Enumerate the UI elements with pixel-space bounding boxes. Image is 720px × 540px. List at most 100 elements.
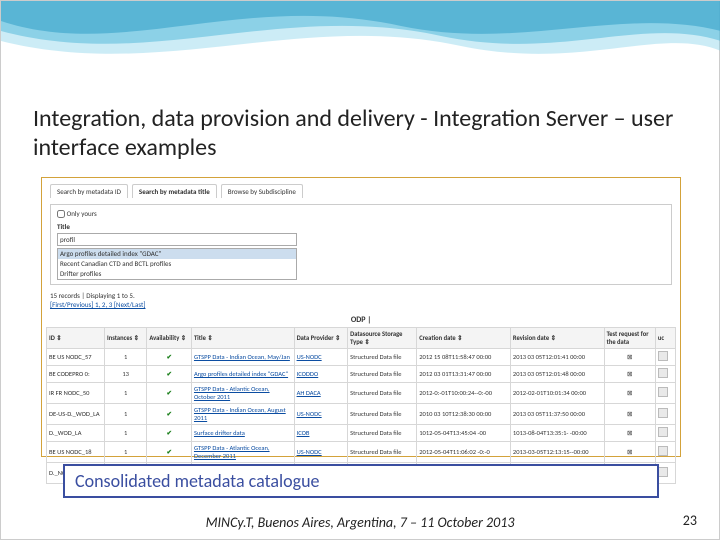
- cell-title[interactable]: Surface drifter data: [191, 424, 294, 441]
- cell-data-provider[interactable]: ICODDO: [294, 365, 348, 382]
- table-row: BE US NODC_571✔GTSPP Data - Indian Ocean…: [47, 348, 676, 365]
- cell-title[interactable]: GTSPP Data - Atlantic Ocean, December 20…: [191, 441, 294, 462]
- col-data-provider[interactable]: Data Provider ⇕: [294, 327, 348, 348]
- doc-icon: [658, 446, 668, 456]
- slide-title: Integration, data provision and delivery…: [33, 104, 687, 162]
- cell-storage-type: Structured Data file: [348, 365, 417, 382]
- cell-instances: 1: [104, 348, 146, 365]
- col-availability[interactable]: Availability ⇕: [147, 327, 192, 348]
- cell-id: BE US NODC_57: [47, 348, 105, 365]
- cell-title[interactable]: Argo profiles detailed index "GDAC": [191, 365, 294, 382]
- tab-search-title[interactable]: Search by metadata title: [132, 184, 217, 198]
- cell-test-request[interactable]: ⊠: [604, 382, 655, 403]
- x-icon: ⊠: [607, 353, 653, 361]
- x-icon: ⊠: [607, 389, 653, 397]
- doc-icon: [658, 387, 668, 397]
- cell-creation-date: 2012-0:-01T10:00:24--0:-00: [417, 382, 511, 403]
- caption-box: Consolidated metadata catalogue: [63, 464, 659, 498]
- x-icon: ⊠: [607, 448, 653, 456]
- check-icon: ✔: [149, 429, 189, 437]
- cell-availability: ✔: [147, 382, 192, 403]
- col-creation-date[interactable]: Creation date ⇕: [417, 327, 511, 348]
- cell-data-provider[interactable]: AH DACA: [294, 382, 348, 403]
- list-item[interactable]: Recent Canadian CTD and BCTL profiles: [58, 259, 296, 269]
- col-instances[interactable]: Instances ⇕: [104, 327, 146, 348]
- pager: 15 records | Displaying 1 to 5. [First/P…: [42, 291, 680, 313]
- cell-storage-type: Structured Data file: [348, 424, 417, 441]
- cell-instances: 13: [104, 365, 146, 382]
- cell-availability: ✔: [147, 403, 192, 424]
- cell-creation-date: 1012-05-04T13:45:04 -00: [417, 424, 511, 441]
- col-uc[interactable]: uc: [655, 327, 675, 348]
- cell-storage-type: Structured Data file: [348, 348, 417, 365]
- cell-storage-type: Structured Data file: [348, 403, 417, 424]
- cell-id: IR FR NODC_50: [47, 382, 105, 403]
- table-row: BE US NODC_181✔GTSPP Data - Atlantic Oce…: [47, 441, 676, 462]
- list-item[interactable]: Drifter profiles: [58, 269, 296, 279]
- cell-uc[interactable]: [655, 382, 675, 403]
- col-revision-date[interactable]: Revision date ⇕: [510, 327, 604, 348]
- cell-creation-date: 2012-05-04T11:06:02 -0:-0: [417, 441, 511, 462]
- cell-revision-date: 2013 03 05T11:37:50 00:00: [510, 403, 604, 424]
- cell-id: DE-US-D._WOD_LA: [47, 403, 105, 424]
- cell-uc[interactable]: [655, 403, 675, 424]
- footer-text: MINCy.T, Buenos Aires, Argentina, 7 – 11…: [1, 514, 719, 531]
- col-title[interactable]: Title ⇕: [191, 327, 294, 348]
- cell-uc[interactable]: [655, 365, 675, 382]
- pager-nav[interactable]: [First/Previous] 1, 2, 3 [Next/Last]: [50, 300, 146, 309]
- doc-icon: [658, 351, 668, 361]
- cell-data-provider[interactable]: US-NODC: [294, 348, 348, 365]
- list-item[interactable]: Argo profiles detailed index "GDAC": [58, 249, 296, 259]
- cell-data-provider[interactable]: US-NODC: [294, 403, 348, 424]
- cell-data-provider[interactable]: US-NODC: [294, 441, 348, 462]
- table-row: IR FR NODC_501✔GTSPP Data - Atlantic Oce…: [47, 382, 676, 403]
- cell-test-request[interactable]: ⊠: [604, 403, 655, 424]
- cell-uc[interactable]: [655, 348, 675, 365]
- cell-id: BE US NODC_18: [47, 441, 105, 462]
- cell-test-request[interactable]: ⊠: [604, 441, 655, 462]
- only-yours-checkbox[interactable]: [57, 210, 65, 218]
- cell-availability: ✔: [147, 365, 192, 382]
- cell-test-request[interactable]: ⊠: [604, 424, 655, 441]
- cell-creation-date: 2012 03 01T13:31:47 00:00: [417, 365, 511, 382]
- cell-creation-date: 2012 15 08T11:58:47 00:00: [417, 348, 511, 365]
- cell-revision-date: 2013-03-05T12:13:15--00:00: [510, 441, 604, 462]
- col-id[interactable]: ID ⇕: [47, 327, 105, 348]
- tab-search-id[interactable]: Search by metadata ID: [50, 184, 128, 198]
- screenshot-frame: Search by metadata ID Search by metadata…: [41, 177, 681, 457]
- cell-revision-date: 2013 03 05T12:01:41 00:00: [510, 348, 604, 365]
- cell-uc[interactable]: [655, 424, 675, 441]
- check-icon: ✔: [149, 389, 189, 397]
- cell-uc[interactable]: [655, 441, 675, 462]
- cell-title[interactable]: GTSPP Data - Atlantic Ocean, October 201…: [191, 382, 294, 403]
- tab-browse[interactable]: Browse by Subdiscipline: [221, 184, 303, 198]
- x-icon: ⊠: [607, 429, 653, 437]
- only-yours-label: Only yours: [67, 209, 97, 218]
- cell-revision-date: 2012-02-01T10:01:34 00:00: [510, 382, 604, 403]
- x-icon: ⊠: [607, 410, 653, 418]
- cell-id: BE CODEPRO 0:: [47, 365, 105, 382]
- check-icon: ✔: [149, 448, 189, 456]
- title-suggestions[interactable]: Argo profiles detailed index "GDAC" Rece…: [57, 248, 297, 279]
- doc-icon: [658, 368, 668, 378]
- cell-test-request[interactable]: ⊠: [604, 348, 655, 365]
- cell-test-request[interactable]: ⊠: [604, 365, 655, 382]
- cell-title[interactable]: GTSPP Data - Indian Ocean, August 2011: [191, 403, 294, 424]
- results-table: ID ⇕ Instances ⇕ Availability ⇕ Title ⇕ …: [46, 327, 676, 484]
- cell-storage-type: Structured Data file: [348, 382, 417, 403]
- col-storage-type[interactable]: Datasource Storage Type ⇕: [348, 327, 417, 348]
- table-row: BE CODEPRO 0:13✔Argo profiles detailed i…: [47, 365, 676, 382]
- cell-instances: 1: [104, 403, 146, 424]
- col-test-request[interactable]: Test request for the data: [604, 327, 655, 348]
- cell-data-provider[interactable]: ICOB: [294, 424, 348, 441]
- search-panel: Only yours Title profil Argo profiles de…: [50, 204, 672, 285]
- cell-title[interactable]: GTSPP Data - Indian Ocean, May/Jan: [191, 348, 294, 365]
- cell-storage-type: Structured Data file: [348, 441, 417, 462]
- title-input[interactable]: profil: [57, 233, 297, 246]
- header-wave: [1, 1, 720, 71]
- cell-id: D._WOD_LA: [47, 424, 105, 441]
- cell-revision-date: 1013-08-04T13:35:1- -00:00: [510, 424, 604, 441]
- doc-icon: [658, 427, 668, 437]
- doc-icon: [658, 467, 668, 477]
- title-field-label: Title: [57, 222, 665, 231]
